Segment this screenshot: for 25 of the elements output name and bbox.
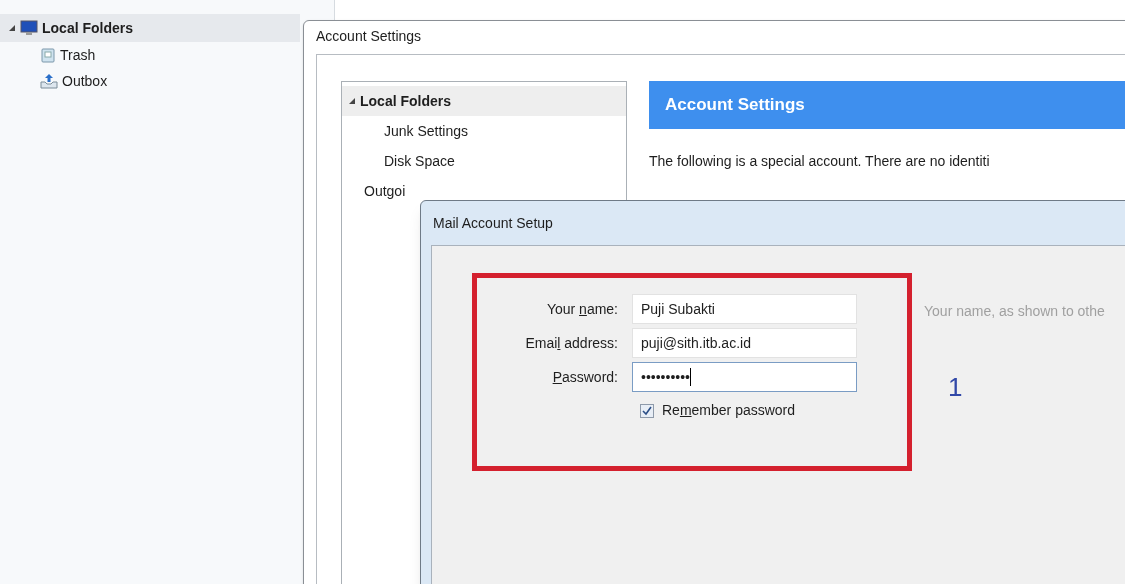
field-label: Email address:	[524, 333, 618, 353]
outbox-icon	[40, 73, 58, 89]
text-field[interactable]: puji@sith.itb.ac.id	[632, 328, 857, 358]
remember-checkbox[interactable]	[640, 403, 654, 418]
step-number: 1	[948, 371, 963, 404]
dialog-title: Mail Account Setup	[433, 213, 553, 233]
folder-tree-item[interactable]: Trash	[0, 42, 300, 68]
account-tree-item[interactable]: Local Folders	[342, 86, 626, 116]
folder-tree-item[interactable]: Outbox	[0, 68, 300, 94]
account-tree-item[interactable]: Junk Settings	[342, 116, 626, 146]
account-tree-item[interactable]: Disk Space	[342, 146, 626, 176]
folder-tree-item[interactable]: Local Folders	[0, 14, 300, 42]
checkbox-label: Remember password	[662, 401, 796, 420]
computer-icon	[20, 20, 38, 36]
text-field[interactable]: Puji Subakti	[632, 294, 857, 324]
expander-icon[interactable]	[348, 97, 356, 105]
trash-icon	[40, 47, 56, 63]
text-field[interactable]: ••••••••••	[632, 362, 857, 392]
description-text: The following is a special account. There are no identiti	[649, 152, 990, 171]
window-title: Account Settings	[316, 27, 422, 46]
field-label: Your name:	[545, 299, 618, 319]
field-label: Password:	[551, 367, 618, 387]
section-header: Account Settings	[649, 81, 1125, 129]
hint-text: Your name, as shown to othe	[924, 302, 1105, 321]
expander-icon[interactable]	[8, 24, 16, 32]
